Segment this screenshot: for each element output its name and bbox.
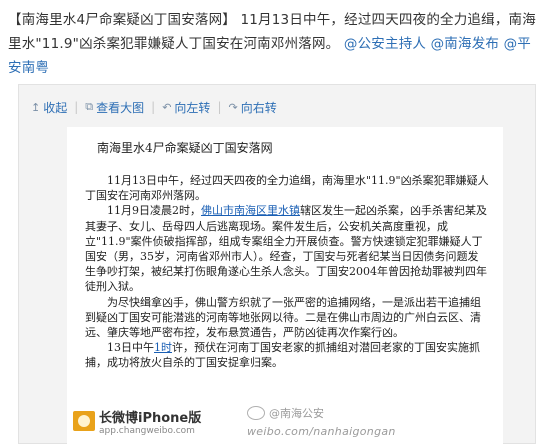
changweibo-logo-icon	[73, 411, 95, 431]
article-body: 11月13日中午，经过四天四夜的全力追缉，南海里水"11.9"凶杀案犯罪嫌疑人丁…	[85, 173, 489, 371]
view-large-button[interactable]: ⧉ 查看大图	[85, 99, 144, 116]
article-image[interactable]: 南海里水4尸命案疑凶丁国安落网 11月13日中午，经过四天四夜的全力追缉，南海里…	[67, 127, 503, 445]
post-text: 【南海里水4尸命案疑凶丁国安落网】 11月13日中午，经过四天四夜的全力追缉，南…	[8, 8, 542, 80]
mention-link-1[interactable]: @公安主持人	[344, 36, 426, 52]
toolbar-divider: |	[151, 100, 156, 114]
media-toolbar: ↥ 收起 | ⧉ 查看大图 | ↶ 向左转 | ↷ 向右转	[31, 97, 277, 117]
collapse-arrow-icon: ↥	[31, 100, 41, 114]
article-paragraph: 11月13日中午，经过四天四夜的全力追缉，南海里水"11.9"凶杀案犯罪嫌疑人丁…	[85, 174, 489, 203]
article-paragraph: 11月9日凌晨2时，佛山市南海区里水镇辖区发生一起凶杀案，凶手杀害纪某及其妻子、…	[85, 204, 487, 294]
zoom-image-icon: ⧉	[85, 100, 94, 113]
app-url: app.changweibo.com	[99, 426, 195, 436]
app-name: 长微博iPhone版	[99, 411, 202, 426]
mention-link-2[interactable]: @南海发布	[431, 36, 500, 52]
watermark-handle: @南海公安	[269, 407, 324, 420]
changweibo-logo: 长微博iPhone版 app.changweibo.com	[73, 411, 201, 437]
rotate-left-button[interactable]: ↶ 向左转	[162, 99, 210, 116]
weibo-eye-icon	[247, 406, 265, 420]
article-paragraph: 为尽快缉拿凶手，佛山警方织就了一张严密的追捕网络，一是派出若干追捕组到疑凶丁国安…	[85, 295, 481, 340]
collapse-button[interactable]: ↥ 收起	[31, 99, 67, 116]
toolbar-divider: |	[217, 100, 222, 114]
toolbar-divider: |	[74, 100, 79, 114]
watermark-domain: weibo.com/nanhaigongan	[247, 425, 396, 438]
article-title: 南海里水4尸命案疑凶丁国安落网	[97, 141, 273, 155]
media-expanded-panel: ↥ 收起 | ⧉ 查看大图 | ↶ 向左转 | ↷ 向右转 南海里水4尸命案疑凶…	[18, 84, 536, 445]
location-link[interactable]: 佛山市南海区里水镇	[201, 204, 300, 217]
rotate-left-icon: ↶	[162, 100, 172, 114]
rotate-right-button[interactable]: ↷ 向右转	[228, 99, 276, 116]
time-link[interactable]: 1时	[154, 341, 172, 354]
rotate-right-icon: ↷	[228, 100, 238, 114]
article-footer: 长微博iPhone版 app.changweibo.com @南海公安 weib…	[67, 405, 503, 445]
article-paragraph: 13日中午1时许，预伏在河南丁国安老家的抓捕组对潜回老家的丁国安实施抓捕，成功将…	[85, 341, 480, 370]
weibo-watermark: @南海公安 weibo.com/nanhaigongan	[247, 405, 396, 438]
